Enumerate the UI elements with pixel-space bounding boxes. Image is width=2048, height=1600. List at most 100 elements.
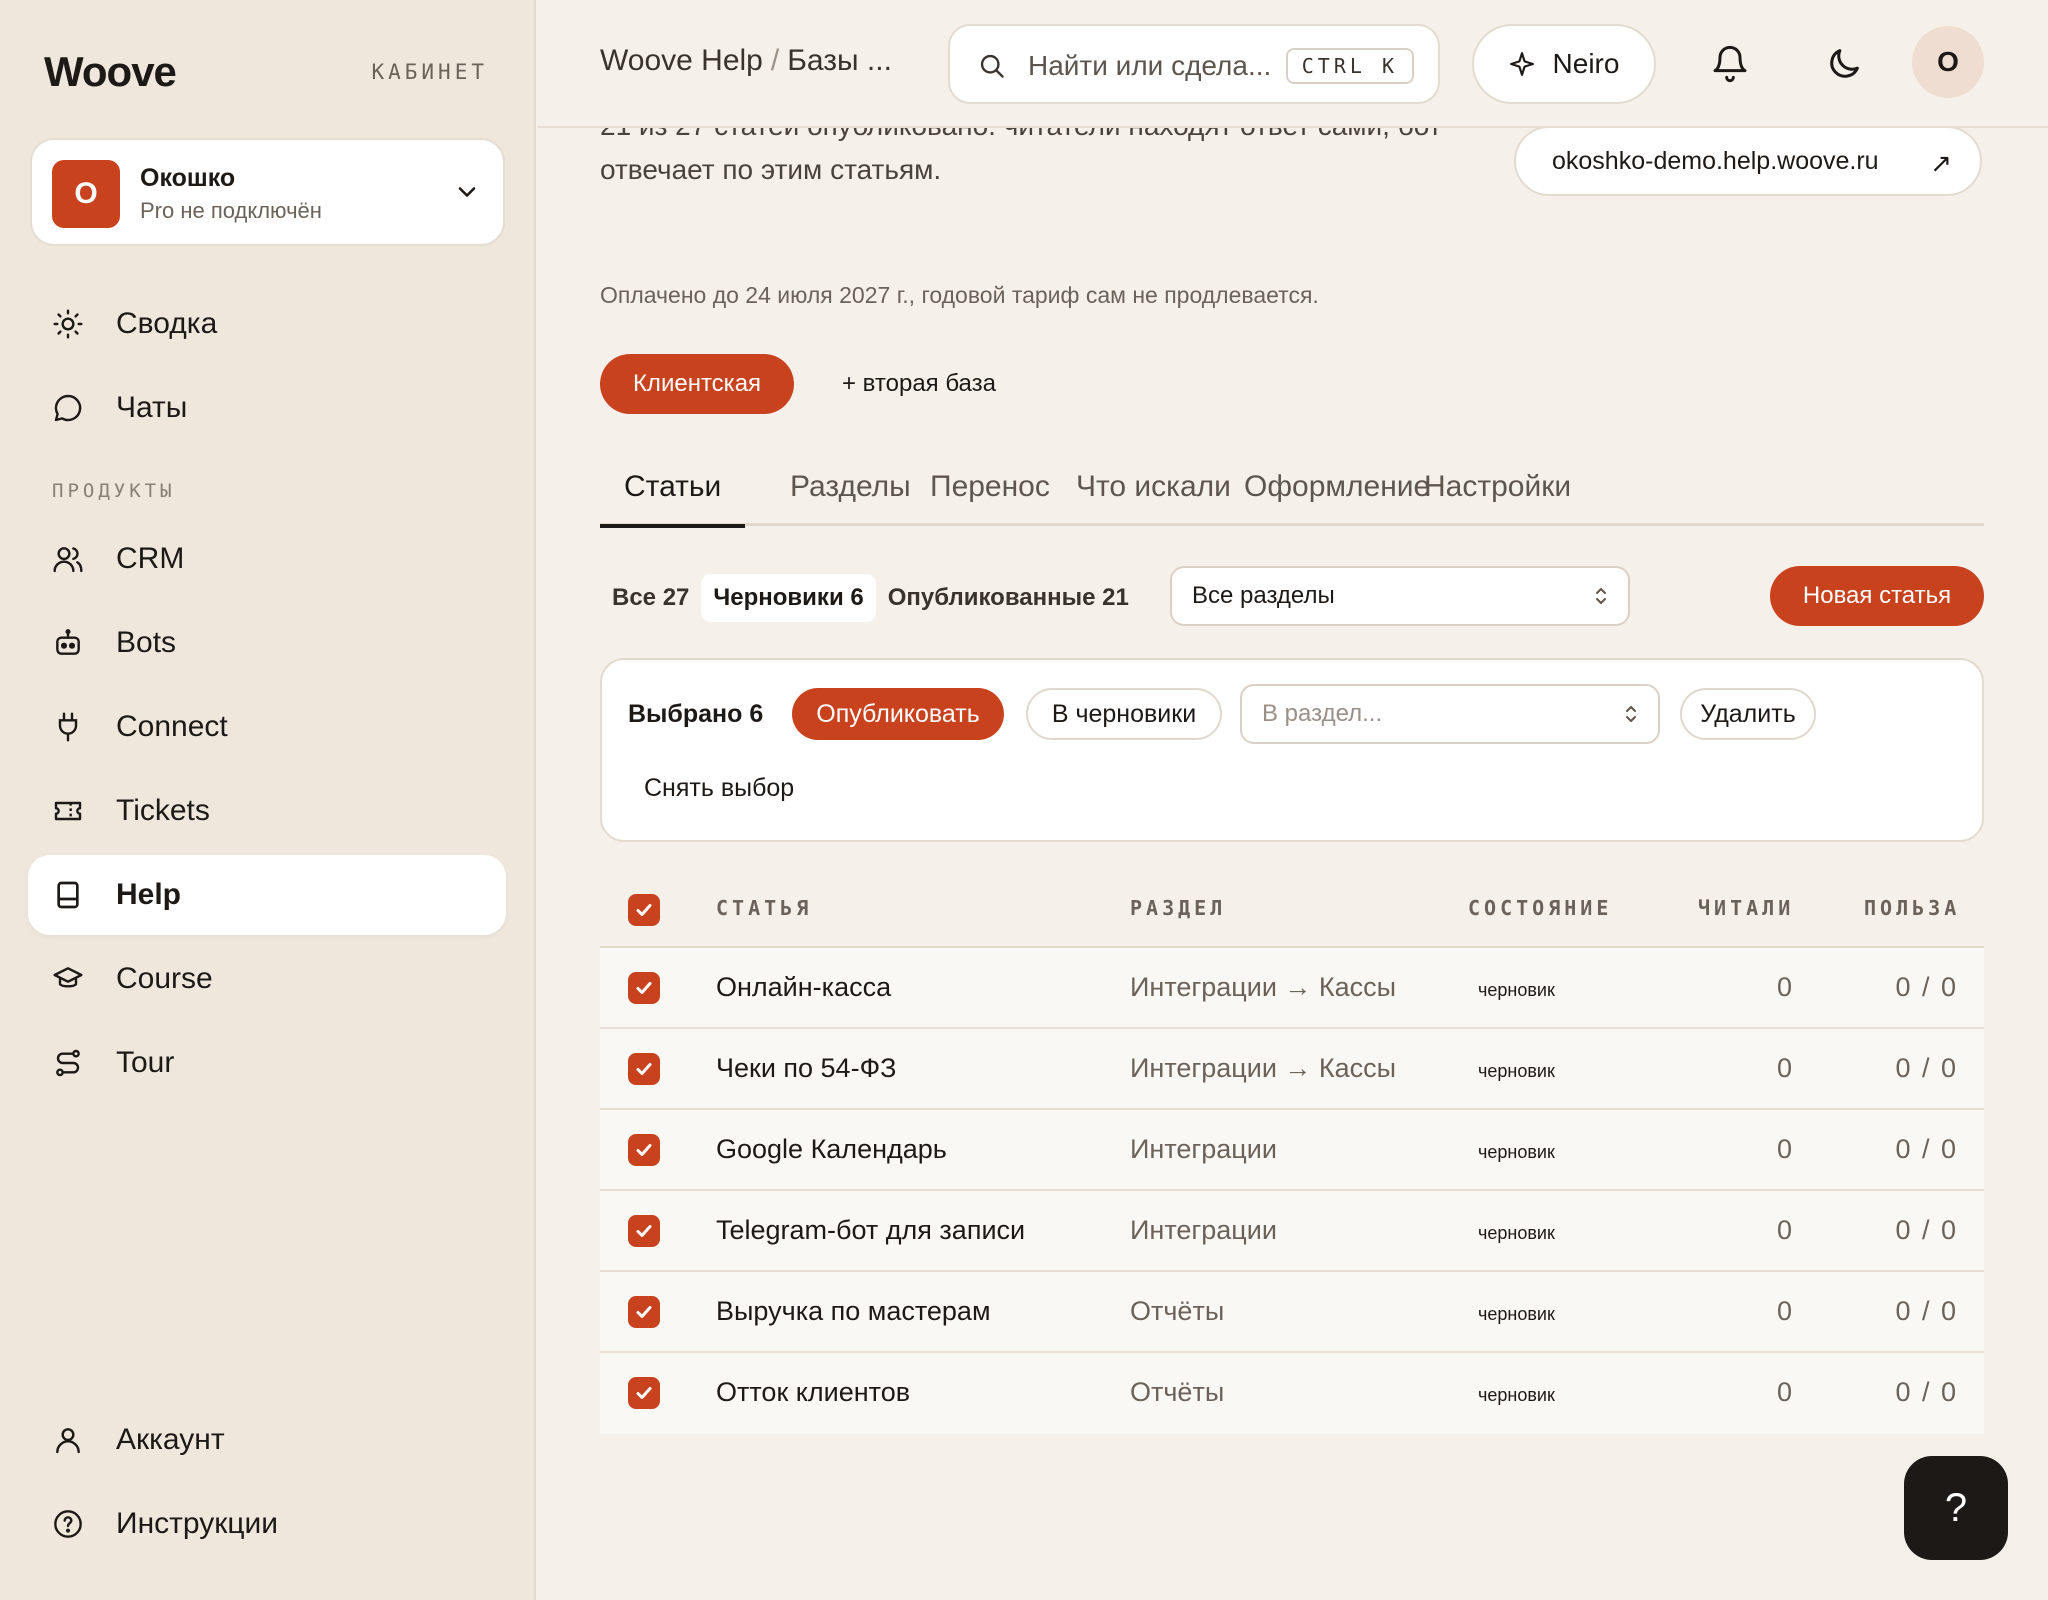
help-chat-button[interactable]: ? — [1904, 1456, 2008, 1560]
breadcrumb-root[interactable]: Woove Help — [600, 44, 763, 77]
sidebar-item-bots[interactable]: Bots — [28, 603, 506, 683]
workspace-switcher[interactable]: О Окошко Pro не подключён — [30, 138, 505, 246]
column-article[interactable]: СТАТЬЯ — [716, 896, 812, 920]
help-tabs: Статьи Разделы Перенос Что искали Оформл… — [600, 462, 1984, 528]
sidebar-item-tickets[interactable]: Tickets — [28, 771, 506, 851]
publish-button[interactable]: Опубликовать — [792, 688, 1004, 740]
sidebar-item-label: Connect — [116, 710, 228, 743]
add-knowledge-base-button[interactable]: + вторая база — [842, 370, 996, 398]
sidebar-item-connect[interactable]: Connect — [28, 687, 506, 767]
sidebar-item-tour[interactable]: Tour — [28, 1023, 506, 1103]
knowledge-base-tab-active[interactable]: Клиентская — [600, 354, 794, 414]
sidebar-item-instructions[interactable]: Инструкции — [28, 1484, 506, 1564]
article-usefulness: 0 / 0 — [1895, 1377, 1958, 1407]
products-section-label: ПРОДУКТЫ — [52, 480, 176, 502]
sidebar-item-chats[interactable]: Чаты — [28, 368, 506, 448]
check-icon — [636, 904, 652, 916]
sidebar-item-label: CRM — [116, 542, 185, 575]
users-icon — [53, 547, 83, 573]
column-section[interactable]: РАЗДЕЛ — [1130, 896, 1226, 920]
bell-icon[interactable] — [1710, 44, 1750, 84]
tab-articles[interactable]: Статьи — [600, 462, 746, 528]
breadcrumb-current: Базы ... — [787, 44, 892, 77]
article-reads: 0 — [1776, 1053, 1792, 1083]
woove-logo[interactable]: Woove — [44, 48, 177, 96]
search-input[interactable]: Найти или сдела... CTRL K — [948, 24, 1440, 104]
article-reads: 0 — [1776, 1215, 1792, 1245]
move-to-section-select[interactable]: В раздел... — [1240, 684, 1660, 744]
article-title[interactable]: Онлайн-касса — [716, 972, 891, 1003]
article-usefulness: 0 / 0 — [1895, 1296, 1958, 1326]
table-row[interactable]: Онлайн-касса Интеграции → Кассы черновик… — [600, 948, 1984, 1029]
section-filter-select[interactable]: Все разделы — [1170, 566, 1630, 626]
tab-transfer[interactable]: Перенос — [906, 462, 1074, 526]
tab-settings[interactable]: Настройки — [1400, 462, 1595, 526]
avatar[interactable]: О — [1912, 26, 1984, 98]
row-checkbox[interactable] — [628, 972, 660, 1004]
question-circle-icon — [54, 1510, 82, 1538]
row-checkbox[interactable] — [628, 1215, 660, 1247]
status-badge: черновик — [1478, 1142, 1555, 1162]
route-icon — [56, 1049, 80, 1077]
article-usefulness: 0 / 0 — [1895, 972, 1958, 1002]
sidebar-item-course[interactable]: Course — [28, 939, 506, 1019]
filter-all[interactable]: Все 27 — [600, 574, 701, 622]
help-site-link[interactable]: okoshko-demo.help.woove.ru ↗ — [1514, 126, 1982, 196]
help-site-domain: okoshko-demo.help.woove.ru — [1552, 146, 1879, 175]
status-badge: черновик — [1478, 1061, 1555, 1081]
table-row[interactable]: Google Календарь Интеграции черновик 0 0… — [600, 1110, 1984, 1191]
column-usefulness[interactable]: ПОЛЬЗА — [1864, 896, 1960, 920]
select-all-checkbox[interactable] — [628, 894, 660, 926]
status-badge: черновик — [1478, 1385, 1555, 1405]
articles-table: СТАТЬЯ РАЗДЕЛ СОСТОЯНИЕ ЧИТАЛИ ПОЛЬЗА Он… — [600, 874, 1984, 1434]
table-row[interactable]: Выручка по мастерам Отчёты черновик 0 0 … — [600, 1272, 1984, 1353]
sidebar-item-label: Bots — [116, 626, 177, 659]
article-section: Интеграции — [1130, 1215, 1277, 1245]
article-title[interactable]: Выручка по мастерам — [716, 1296, 991, 1327]
ticket-icon — [54, 801, 82, 821]
row-checkbox[interactable] — [628, 1053, 660, 1085]
column-state[interactable]: СОСТОЯНИЕ — [1468, 896, 1612, 920]
new-article-button[interactable]: Новая статья — [1770, 566, 1984, 626]
status-badge: черновик — [1478, 980, 1555, 1000]
article-section: Интеграции — [1130, 1134, 1277, 1164]
moon-icon[interactable] — [1824, 44, 1864, 84]
row-checkbox[interactable] — [628, 1296, 660, 1328]
sidebar-item-account[interactable]: Аккаунт — [28, 1400, 506, 1480]
row-checkbox[interactable] — [628, 1134, 660, 1166]
filter-published[interactable]: Опубликованные 21 — [876, 574, 1141, 622]
table-row[interactable]: Чеки по 54-ФЗ Интеграции → Кассы чернови… — [600, 1029, 1984, 1110]
selected-count: Выбрано 6 — [628, 700, 764, 728]
sidebar-item-summary[interactable]: Сводка — [28, 284, 506, 364]
article-title[interactable]: Google Календарь — [716, 1134, 947, 1165]
article-usefulness: 0 / 0 — [1895, 1134, 1958, 1164]
article-section: Интеграции → Кассы — [1130, 1053, 1397, 1083]
sidebar-item-label: Tickets — [116, 794, 210, 827]
sparkle-icon — [1509, 52, 1534, 76]
filter-drafts[interactable]: Черновики 6 — [701, 574, 876, 622]
table-row[interactable]: Отток клиентов Отчёты черновик 0 0 / 0 — [600, 1353, 1984, 1434]
sidebar-item-label: Чаты — [116, 391, 188, 424]
neiro-button[interactable]: Neiro — [1472, 24, 1656, 104]
workspace-name: Окошко — [140, 164, 236, 192]
column-reads[interactable]: ЧИТАЛИ — [1698, 896, 1794, 920]
sidebar-item-label: Аккаунт — [116, 1423, 225, 1456]
article-title[interactable]: Отток клиентов — [716, 1377, 910, 1408]
article-title[interactable]: Telegram-бот для записи — [716, 1215, 1025, 1246]
sidebar-item-help[interactable]: Help — [28, 855, 506, 935]
article-reads: 0 — [1776, 1134, 1792, 1164]
article-title[interactable]: Чеки по 54-ФЗ — [716, 1053, 896, 1084]
clear-selection-button[interactable]: Снять выбор — [644, 774, 794, 803]
sidebar-item-label: Tour — [116, 1046, 175, 1079]
workspace-plan-status: Pro не подключён — [140, 198, 322, 223]
check-icon — [636, 1225, 652, 1237]
table-row[interactable]: Telegram-бот для записи Интеграции черно… — [600, 1191, 1984, 1272]
article-reads: 0 — [1776, 972, 1792, 1002]
sidebar-item-crm[interactable]: CRM — [28, 519, 506, 599]
move-to-drafts-button[interactable]: В черновики — [1026, 688, 1222, 740]
sidebar-item-label: Help — [116, 878, 182, 911]
status-badge: черновик — [1478, 1223, 1555, 1243]
delete-button[interactable]: Удалить — [1680, 688, 1816, 740]
cabinet-label: КАБИНЕТ — [371, 60, 488, 84]
row-checkbox[interactable] — [628, 1377, 660, 1409]
